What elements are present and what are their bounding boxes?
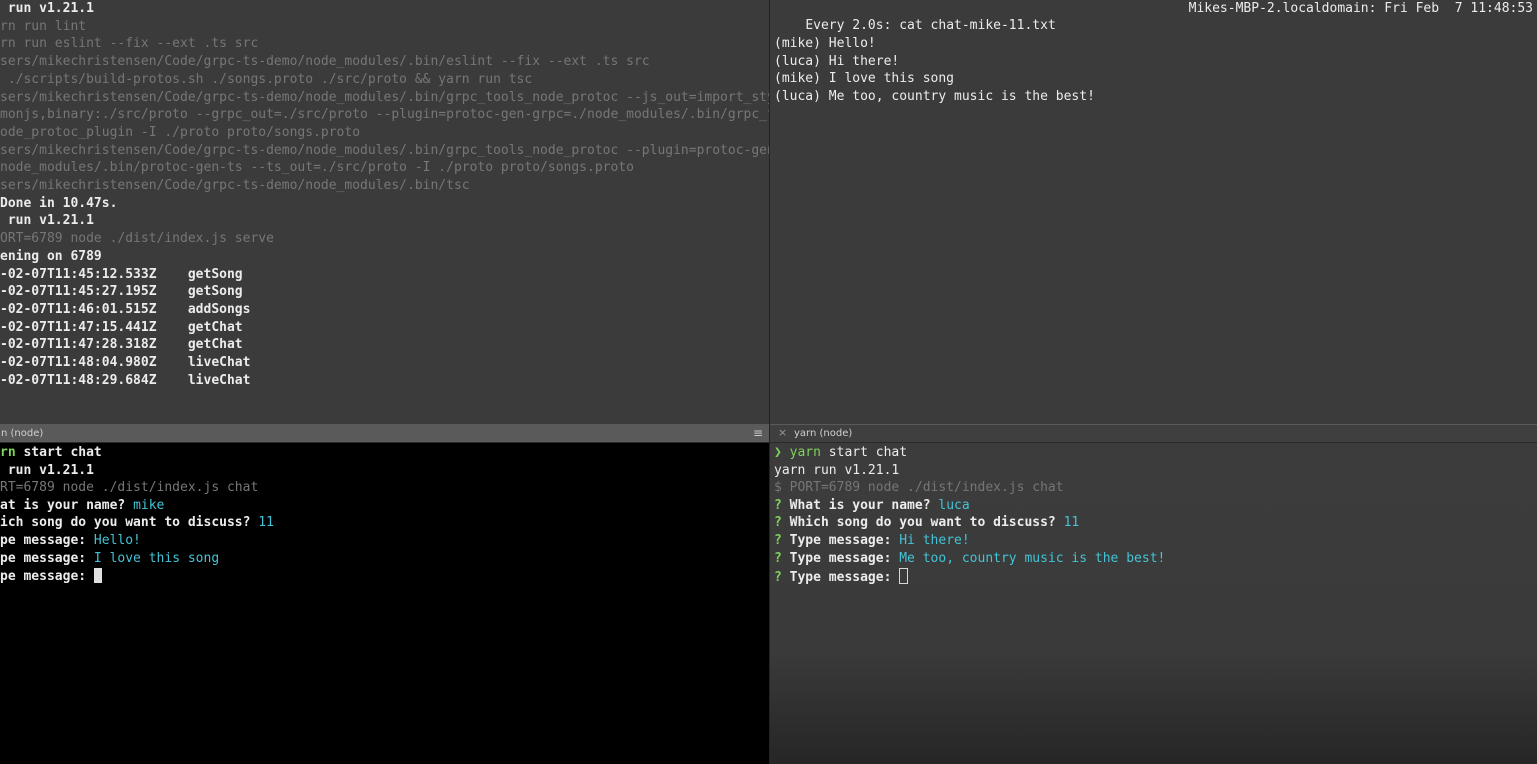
chat-client-mike-pane[interactable]: rn start chat run v1.21.1 RT=6789 node .… <box>0 443 769 764</box>
watch-command: Every 2.0s: cat chat-mike-11.txt <box>805 18 1056 33</box>
terminal-line: RT=6789 node ./dist/index.js chat <box>0 480 259 495</box>
message-text: I love this song <box>93 551 220 566</box>
log-line: sers/mikechristensen/Code/grpc-ts-demo/n… <box>0 89 769 105</box>
watch-host-timestamp: Mikes-MBP-2.localdomain: Fri Feb 7 11:48… <box>1188 1 1533 16</box>
terminal-line: yarn run v1.21.1 <box>774 463 900 478</box>
song-answer: 11 <box>1063 515 1080 530</box>
song-prompt-line: ? Which song do you want to discuss? 11 <box>774 515 1080 530</box>
pane-menu-icon[interactable]: ≡ <box>753 426 763 440</box>
tab-left-pane[interactable]: n (node) ≡ <box>0 424 769 443</box>
text-cursor[interactable] <box>93 568 102 583</box>
log-line: -02-07T11:45:12.533Z getSong <box>0 266 243 282</box>
terminal-line: run v1.21.1 <box>0 463 94 478</box>
log-line: -02-07T11:47:15.441Z getChat <box>0 319 243 335</box>
log-line: -02-07T11:48:04.980Z liveChat <box>0 355 251 370</box>
text-cursor[interactable] <box>899 568 909 584</box>
chat-message-line: (mike) I love this song <box>774 71 955 87</box>
message-line: ? Type message: Hi there! <box>774 533 970 548</box>
log-line: -02-07T11:45:27.195Z getSong <box>0 284 243 300</box>
log-line: ening on 6789 <box>0 248 102 264</box>
message-line: pe message: I love this song <box>0 551 220 566</box>
message-text: Hello! <box>93 533 141 548</box>
terminal-line: ❯ yarn start chat <box>774 445 908 460</box>
message-line: ? Type message: Me too, country music is… <box>774 551 1166 566</box>
message-text: Hi there! <box>899 533 970 548</box>
prompt-chevron-icon: ❯ <box>774 445 790 460</box>
name-answer: luca <box>938 498 970 513</box>
log-line: ode_protoc_plugin -I ./proto proto/songs… <box>0 124 361 140</box>
tab-right-title: yarn (node) <box>794 428 853 439</box>
log-line: -02-07T11:48:29.684Z liveChat <box>0 372 251 388</box>
server-log-pane[interactable]: run v1.21.1 rn run lint rn run eslint --fi… <box>0 0 769 424</box>
chat-client-luca-pane[interactable]: ❯ yarn start chat yarn run v1.21.1 $ POR… <box>770 443 1537 764</box>
log-line: sers/mikechristensen/Code/grpc-ts-demo/n… <box>0 178 470 193</box>
tab-right-pane[interactable]: × yarn (node) <box>770 424 1537 443</box>
log-line: sers/mikechristensen/Code/grpc-ts-demo/n… <box>0 142 769 158</box>
log-line: rn run eslint --fix --ext .ts src <box>0 36 259 52</box>
song-answer: 11 <box>258 515 274 530</box>
chat-watch-pane[interactable]: Every 2.0s: cat chat-mike-11.txt Mikes-M… <box>770 0 1537 424</box>
log-line: Done in 10.47s. <box>0 195 118 211</box>
chat-message-line: (mike) Hello! <box>774 36 876 51</box>
log-line: -02-07T11:46:01.515Z addSongs <box>0 301 251 317</box>
log-line: ORT=6789 node ./dist/index.js serve <box>0 231 274 247</box>
log-line: node_modules/.bin/protoc-gen-ts --ts_out… <box>0 160 634 176</box>
log-line: -02-07T11:47:28.318Z getChat <box>0 337 243 353</box>
close-icon[interactable]: × <box>778 426 787 439</box>
message-text: Me too, country music is the best! <box>899 551 1166 566</box>
tab-left-title: n (node) <box>1 428 44 439</box>
log-line: monjs,binary:./src/proto --grpc_out=./sr… <box>0 107 769 123</box>
chat-message-line: (luca) Hi there! <box>774 53 900 69</box>
log-line: ./scripts/build-protos.sh ./songs.proto … <box>0 71 533 87</box>
watch-header: Every 2.0s: cat chat-mike-11.txt Mikes-M… <box>774 0 1533 33</box>
terminal-line: $ PORT=6789 node ./dist/index.js chat <box>774 480 1064 495</box>
message-line: pe message: Hello! <box>0 533 141 548</box>
name-answer: mike <box>133 498 165 513</box>
terminal-line: rn start chat <box>0 445 102 460</box>
song-prompt-line: ich song do you want to discuss? 11 <box>0 515 274 530</box>
log-line: rn run lint <box>0 18 87 34</box>
log-line: sers/mikechristensen/Code/grpc-ts-demo/n… <box>0 54 650 70</box>
log-line: run v1.21.1 <box>0 1 94 16</box>
chat-message-line: (luca) Me too, country music is the best… <box>774 89 1095 105</box>
message-input-line[interactable]: ? Type message: <box>774 568 909 586</box>
name-prompt-line: ? What is your name? luca <box>774 498 970 513</box>
log-line: run v1.21.1 <box>0 213 94 229</box>
message-input-line[interactable]: pe message: <box>0 568 102 586</box>
name-prompt-line: at is your name? mike <box>0 498 165 513</box>
